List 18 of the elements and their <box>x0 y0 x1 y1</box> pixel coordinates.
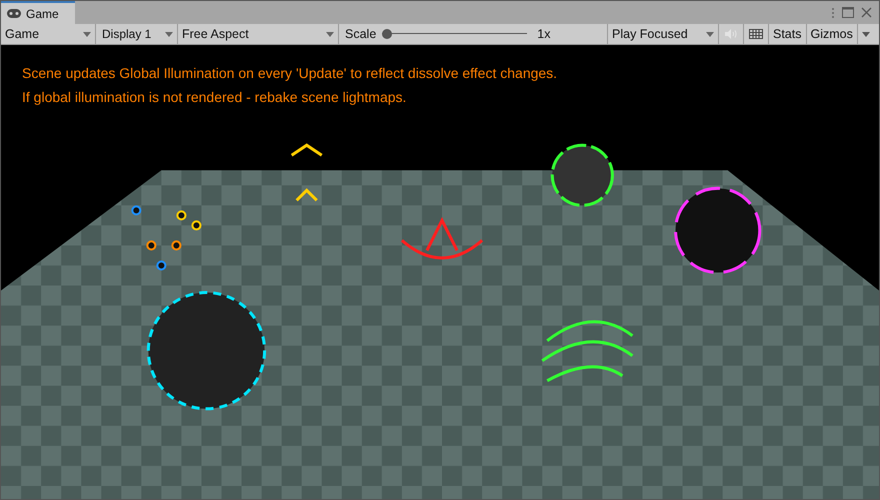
game-tab[interactable]: Game <box>1 1 75 24</box>
caret-icon <box>165 32 173 36</box>
caret-icon <box>706 32 714 36</box>
caret-icon <box>862 32 870 36</box>
info-message: If global illumination is not rendered - rebake scene lightmaps. <box>22 89 408 105</box>
keyboard-icon <box>749 29 763 39</box>
gamepad-icon <box>7 9 21 18</box>
scale-value: 1x <box>537 27 550 41</box>
close-icon[interactable] <box>861 7 872 18</box>
scale-slider[interactable] <box>382 28 528 40</box>
maximize-icon[interactable] <box>842 7 854 18</box>
caret-icon <box>326 32 334 36</box>
scale-label: Scale <box>345 27 376 41</box>
speaker-icon <box>725 29 737 39</box>
info-message: Scene updates Global Illumination on every 'Update' to reflect dissolve effect changes. <box>22 65 558 81</box>
slider-thumb[interactable] <box>382 29 392 39</box>
caret-icon <box>83 32 91 36</box>
more-options-icon[interactable] <box>831 6 835 18</box>
